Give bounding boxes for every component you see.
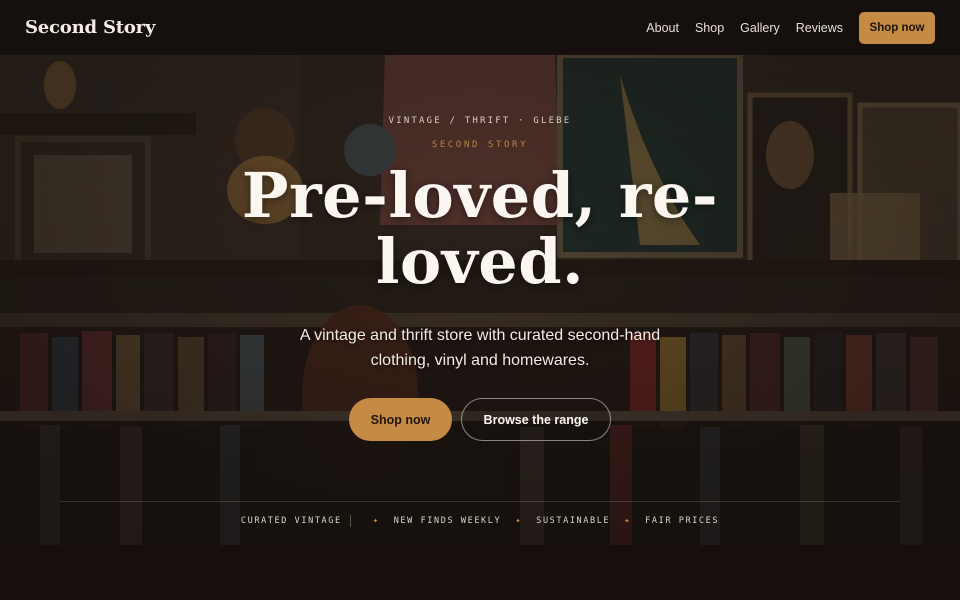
- top-nav: Second Story About Shop Gallery Reviews …: [0, 0, 960, 55]
- sparkle-icon: ✦: [372, 516, 380, 526]
- feature-new-finds: NEW FINDS WEEKLY: [393, 516, 502, 526]
- hero-shop-now-button[interactable]: Shop now: [349, 398, 452, 441]
- next-section-band: [0, 547, 960, 600]
- hero-browse-range-button[interactable]: Browse the range: [461, 398, 611, 441]
- hero-section: VINTAGE / THRIFT · GLEBE SECOND STORY Pr…: [0, 55, 960, 547]
- sparkle-icon: ✦: [515, 516, 523, 526]
- nav-link-about[interactable]: About: [646, 21, 679, 35]
- hero-headline: Pre-loved, re-loved.: [241, 159, 719, 298]
- feature-sustainable: SUSTAINABLE: [536, 516, 611, 526]
- nav-shop-now-button[interactable]: Shop now: [859, 11, 935, 44]
- nav-link-shop[interactable]: Shop: [695, 21, 724, 35]
- feature-strip: CURATED VINTAGE ✦ NEW FINDS WEEKLY ✦ SUS…: [0, 515, 960, 527]
- hero-lead-text: A vintage and thrift store with curated …: [299, 327, 661, 369]
- hero-divider: [60, 501, 900, 502]
- nav-links: About Shop Gallery Reviews Shop now: [646, 11, 935, 44]
- sparkle-icon: ✦: [624, 516, 632, 526]
- hero-overlay: [0, 55, 960, 547]
- feature-separator: [349, 515, 351, 527]
- nav-link-reviews[interactable]: Reviews: [796, 21, 843, 35]
- hero-subeyebrow: SECOND STORY: [431, 140, 529, 150]
- nav-link-gallery[interactable]: Gallery: [740, 21, 780, 35]
- brand-logo[interactable]: Second Story: [25, 17, 155, 38]
- feature-fair-prices: FAIR PRICES: [645, 516, 720, 526]
- hero-eyebrow: VINTAGE / THRIFT · GLEBE: [388, 116, 572, 126]
- feature-curated-vintage: CURATED VINTAGE: [240, 516, 342, 526]
